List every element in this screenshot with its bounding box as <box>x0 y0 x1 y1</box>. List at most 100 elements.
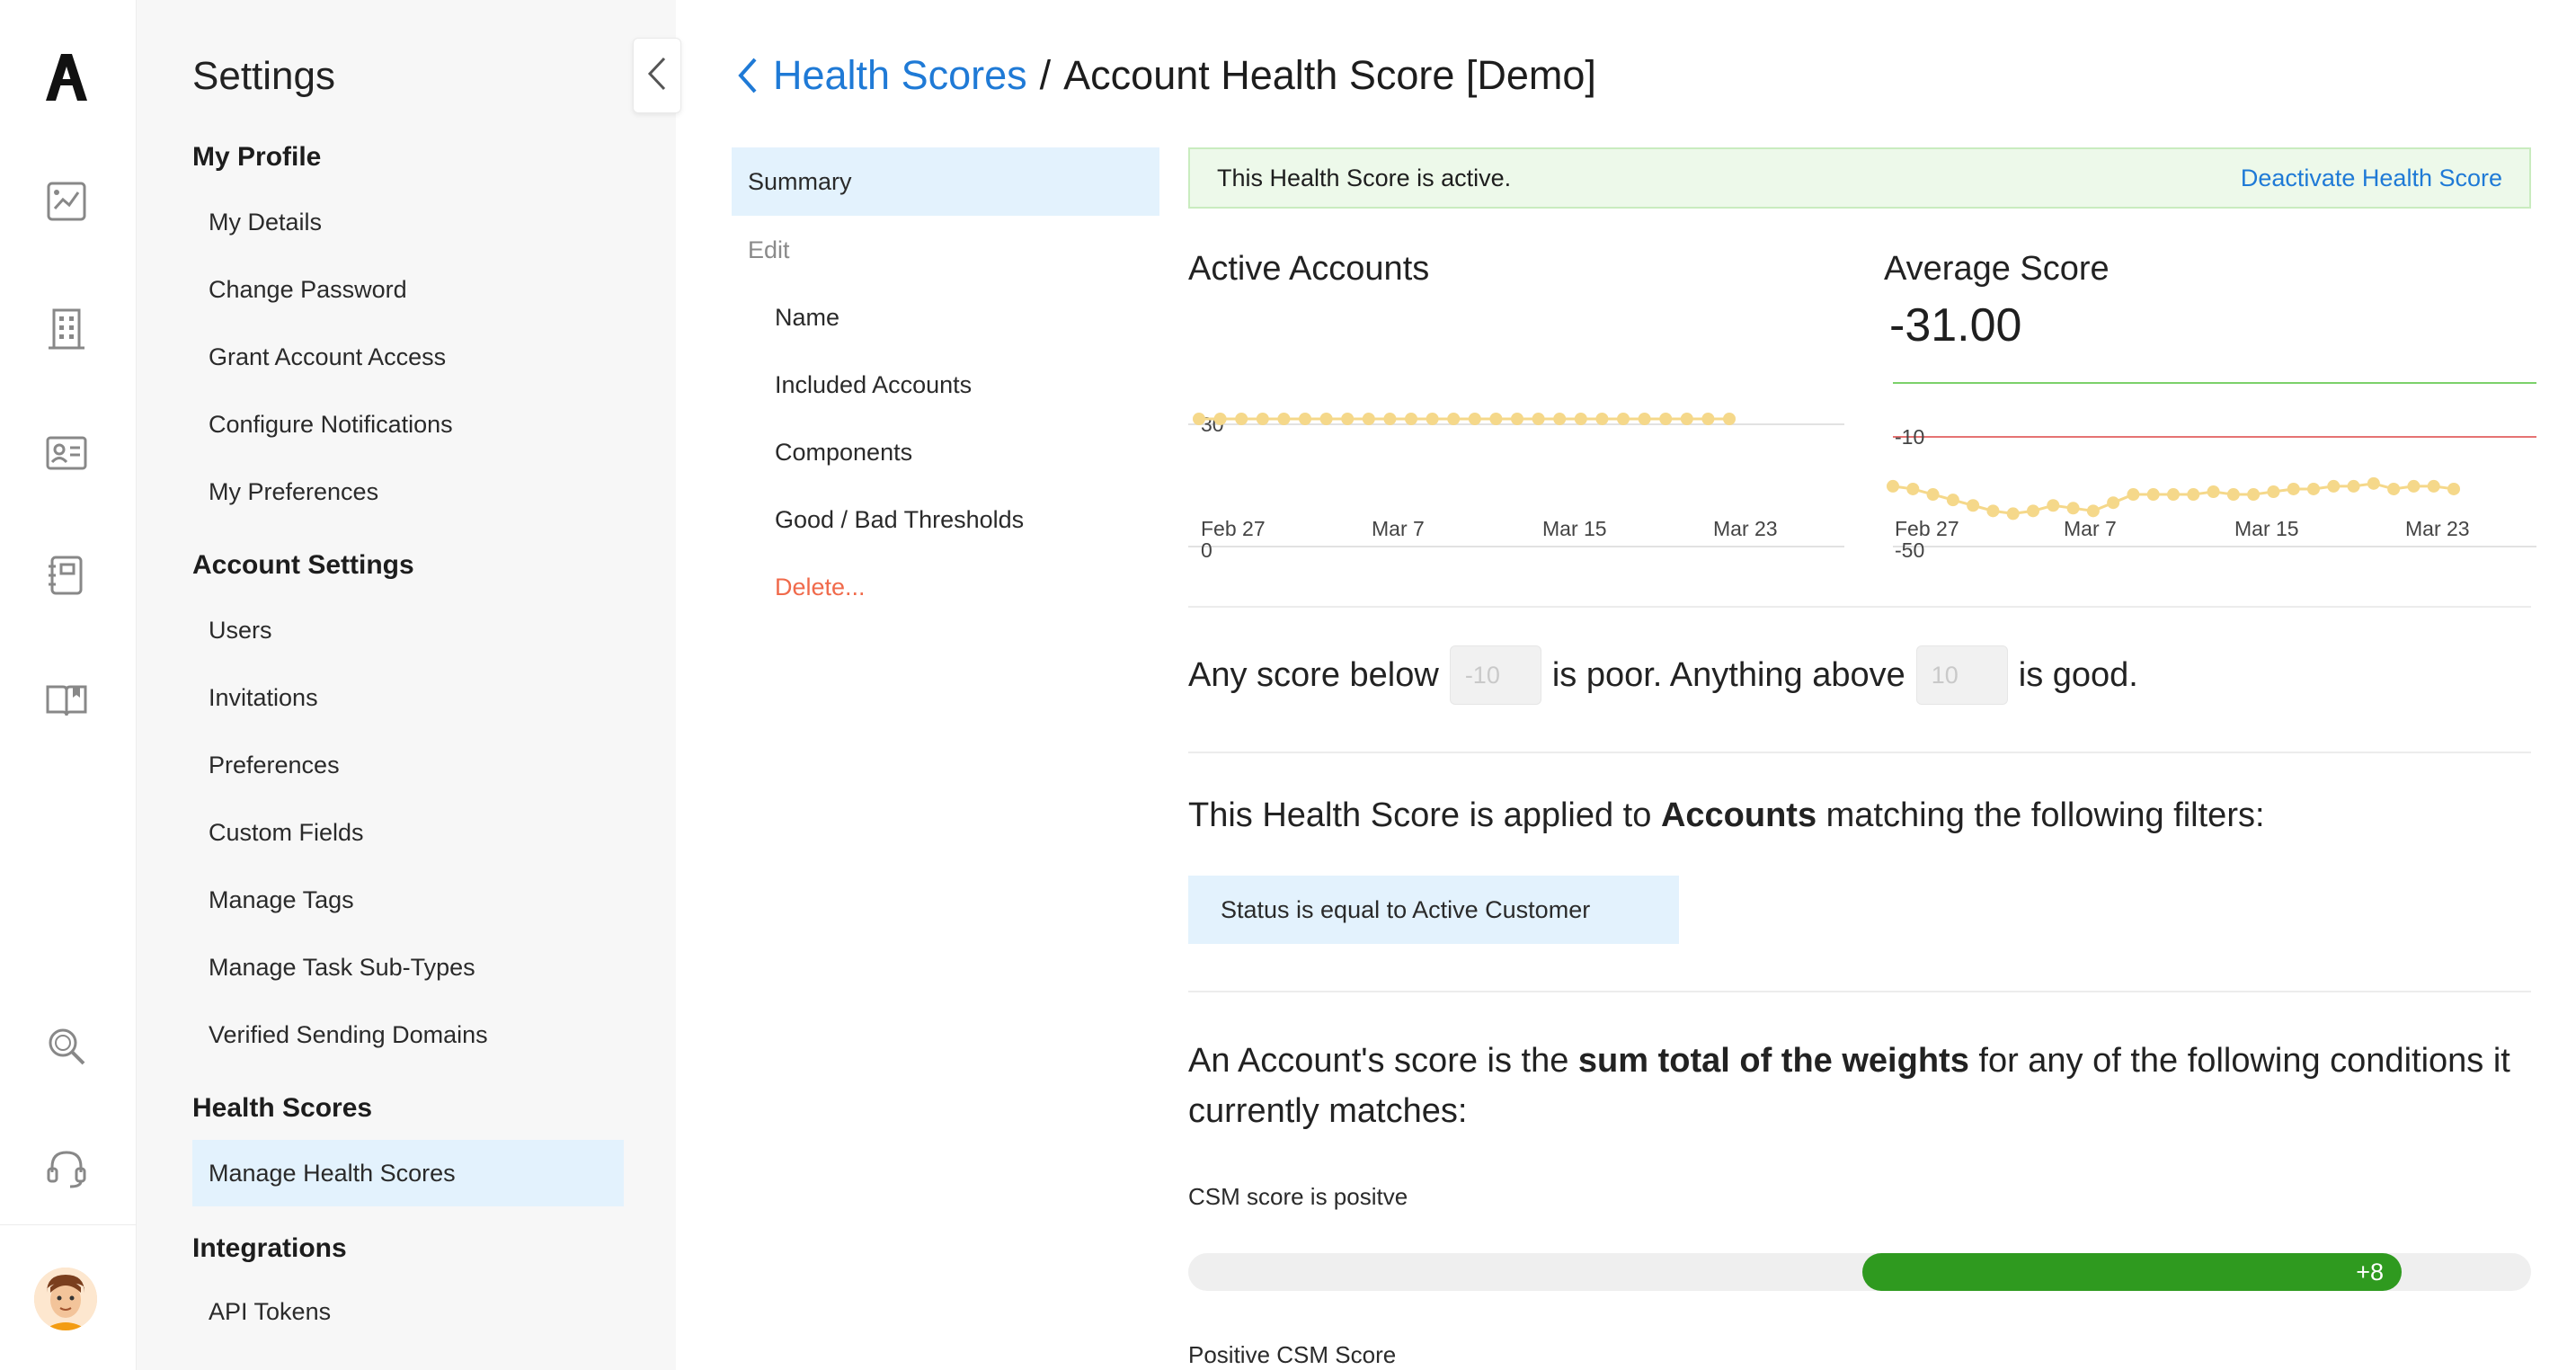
data-point <box>1638 413 1651 425</box>
data-point <box>1489 413 1503 425</box>
sidebar-item-verified-sending-domains[interactable]: Verified Sending Domains <box>192 1001 624 1068</box>
data-point <box>2066 502 2080 515</box>
average-score-title: Average Score <box>1884 250 2110 288</box>
weight-bar[interactable]: +8 <box>1862 1253 2402 1291</box>
data-point <box>2226 488 2240 502</box>
threshold-prefix: Any score below <box>1188 655 1439 694</box>
chart-icon[interactable] <box>43 178 90 225</box>
avatar[interactable] <box>34 1268 97 1330</box>
data-point <box>1946 494 1959 507</box>
good-threshold-input[interactable]: 10 <box>1915 645 2008 705</box>
icon-rail <box>0 0 137 1370</box>
data-point <box>2367 476 2380 490</box>
data-point <box>1447 413 1461 425</box>
data-point <box>1405 413 1417 425</box>
sidebar-item-manage-tags[interactable]: Manage Tags <box>192 867 624 933</box>
data-point <box>1235 413 1248 425</box>
data-point <box>1426 413 1439 425</box>
data-point <box>2127 488 2140 502</box>
data-point <box>2287 482 2300 495</box>
data-point <box>2086 504 2100 518</box>
notebook-icon[interactable] <box>43 552 90 599</box>
data-point <box>1887 479 1899 493</box>
average-score-chart: -10 -50 Feb 27 Mar 7 Mar 15 Mar 23 <box>1887 382 2536 562</box>
sidebar-item-invitations[interactable]: Invitations <box>192 664 624 731</box>
data-point <box>1383 413 1397 425</box>
building-icon[interactable] <box>43 306 90 352</box>
delete-link[interactable]: Delete... <box>732 553 1159 621</box>
data-point <box>1701 413 1715 425</box>
section-account-settings: Account Settings <box>192 550 414 580</box>
section-health-scores: Health Scores <box>192 1093 373 1123</box>
sidebar-item-users[interactable]: Users <box>192 597 624 663</box>
status-text: This Health Score is active. <box>1217 164 1512 191</box>
breadcrumb-parent-link[interactable]: Health Scores <box>773 52 1027 99</box>
collapse-sidebar-button[interactable] <box>633 38 681 113</box>
data-point <box>1680 413 1693 425</box>
applied-prefix: This Health Score is applied to <box>1188 796 1661 834</box>
data-point <box>1468 413 1481 425</box>
sidebar-item-preferences[interactable]: Preferences <box>192 732 624 798</box>
condition-label: CSM score is positve <box>1188 1183 1408 1210</box>
filter-chip[interactable]: Status is equal to Active Customer <box>1188 876 1679 944</box>
tab-thresholds[interactable]: Good / Bad Thresholds <box>732 485 1159 554</box>
y-tick-label: -50 <box>1895 538 1924 562</box>
data-point <box>2327 479 2341 493</box>
weight-track: +8 <box>1188 1253 2531 1291</box>
divider <box>1188 606 2531 608</box>
chevron-left-icon[interactable] <box>733 54 760 97</box>
data-point <box>1532 413 1545 425</box>
sidebar-item-grant-account-access[interactable]: Grant Account Access <box>192 324 624 390</box>
status-banner: This Health Score is active. Deactivate … <box>1188 147 2531 209</box>
condition-label: Positive CSM Score <box>1188 1341 1397 1368</box>
data-point <box>1926 488 1940 502</box>
tab-components[interactable]: Components <box>732 418 1159 486</box>
sidebar-item-custom-fields[interactable]: Custom Fields <box>192 799 624 866</box>
divider <box>1188 991 2531 992</box>
x-tick-label: Feb 27 <box>1895 517 1959 540</box>
data-point <box>2107 496 2120 510</box>
headset-icon[interactable] <box>43 1145 90 1192</box>
sidebar-item-api-tokens[interactable]: API Tokens <box>192 1278 624 1345</box>
sum-description: An Account's score is the sum total of t… <box>1188 1036 2536 1136</box>
sidebar-item-manage-health-scores[interactable]: Manage Health Scores <box>192 1140 624 1206</box>
data-point <box>2047 499 2060 512</box>
settings-sidebar: Settings My Profile My Details Change Pa… <box>137 0 676 1370</box>
search-icon[interactable] <box>43 1023 90 1070</box>
subnav-edit-heading: Edit <box>748 236 790 263</box>
data-point <box>1193 413 1205 425</box>
data-point <box>2427 479 2440 493</box>
data-point <box>2307 482 2320 495</box>
chevron-left-icon <box>646 56 668 96</box>
breadcrumb-separator: / <box>1039 52 1052 98</box>
page-title: Account Health Score [Demo] <box>1063 52 1596 98</box>
data-point <box>1277 413 1291 425</box>
tab-name[interactable]: Name <box>732 283 1159 351</box>
sidebar-item-my-preferences[interactable]: My Preferences <box>192 458 624 525</box>
contact-card-icon[interactable] <box>43 430 90 476</box>
section-integrations: Integrations <box>192 1233 347 1263</box>
data-point <box>2187 488 2200 502</box>
data-point <box>2387 482 2401 495</box>
data-point <box>1723 413 1736 425</box>
data-point <box>1299 413 1311 425</box>
active-accounts-chart: 30 0 Feb 27 Mar 7 Mar 15 Mar 23 <box>1188 413 1844 562</box>
x-tick-label: Feb 27 <box>1201 517 1266 540</box>
app-logo-icon[interactable] <box>45 52 88 102</box>
data-point <box>1511 413 1523 425</box>
tab-included-accounts[interactable]: Included Accounts <box>732 351 1159 419</box>
divider <box>1188 752 2531 753</box>
y-tick-label: -10 <box>1895 425 1924 449</box>
book-icon[interactable] <box>43 676 90 723</box>
deactivate-button[interactable]: Deactivate Health Score <box>2241 165 2502 192</box>
data-point <box>2267 485 2280 498</box>
sidebar-item-manage-task-sub-types[interactable]: Manage Task Sub-Types <box>192 934 624 1001</box>
sidebar-item-change-password[interactable]: Change Password <box>192 256 624 323</box>
data-point <box>1341 413 1355 425</box>
active-accounts-title: Active Accounts <box>1188 250 1430 288</box>
poor-threshold-input[interactable]: -10 <box>1449 645 1541 705</box>
tab-summary[interactable]: Summary <box>732 147 1159 216</box>
sidebar-item-configure-notifications[interactable]: Configure Notifications <box>192 391 624 458</box>
sidebar-item-my-details[interactable]: My Details <box>192 189 624 255</box>
x-tick-label: Mar 23 <box>2405 517 2470 540</box>
